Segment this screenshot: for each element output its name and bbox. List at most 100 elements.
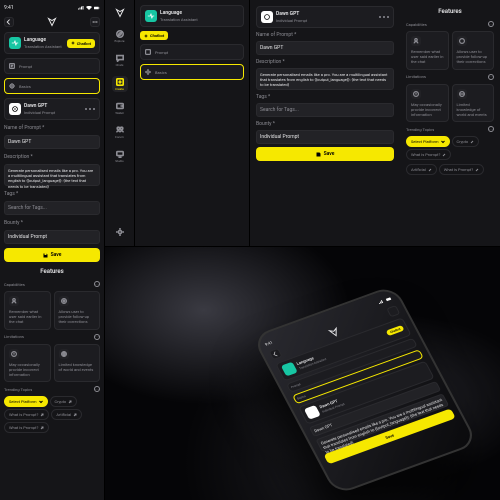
desc-label: Description * [4,154,100,160]
pill-select-platform[interactable]: Select Platform [4,396,48,407]
tags-input[interactable]: Search for Tags... [256,103,394,117]
assistant-title: Language [24,37,64,43]
back-button [269,348,283,360]
pill-what-is-prompt[interactable]: What is Prompt? [4,409,49,420]
menu-button [386,305,400,317]
warning-icon [9,349,19,359]
status-bar: 9:41 [4,4,100,12]
features-heading: Features [4,268,100,275]
pill-select-platform[interactable]: Select Platform [406,136,450,147]
info-icon[interactable]: ⋯ [488,74,494,80]
openai-icon [304,405,321,420]
app-logo [326,325,343,340]
hero-mockup: 9:41 LanguageTranslation AssistantChatbo… [105,247,500,500]
app-logo[interactable] [113,6,127,20]
memory-icon [9,296,19,306]
name-input[interactable]: Dawn GPT [256,41,394,55]
mobile-view: 9:41 Language Translation Assistant Chat… [0,0,105,500]
tab-prompt[interactable]: Prompt [140,44,244,60]
drag-handle-icon[interactable] [379,16,389,18]
save-button[interactable]: Save [4,248,100,262]
pill-crypto[interactable]: Crypto [50,396,78,407]
info-icon[interactable]: ⋯ [94,334,100,340]
battery-icon [385,296,393,302]
prompt-icon [8,62,16,70]
info-icon[interactable]: ⋯ [94,386,100,392]
prompt-subtitle: Individual Prompt [24,110,82,115]
assistant-card[interactable]: Language Translation Assistant [140,5,244,27]
limitation-card: May occasionally provide incorrect infor… [4,344,51,383]
prompt-icon [144,48,152,56]
tab-basics[interactable]: Basics [140,64,244,80]
pill-what-is-prompt-2[interactable]: What is Prompt? [4,422,49,433]
openai-icon [261,11,273,23]
assistant-avatar [145,10,157,22]
nav-chats[interactable]: Chats [112,52,128,68]
main-panel: Dawn GPT Individual Prompt Name of Promp… [250,0,400,246]
followup-icon [457,36,467,46]
nav-studio[interactable]: Studio [112,148,128,164]
limitations-label: Limitations [4,334,24,339]
nav-settings[interactable] [112,224,128,240]
desc-textarea[interactable]: Generate personalised emails like a pro.… [256,68,394,90]
battery-icon [94,6,100,10]
arrow-icon [475,168,479,172]
chatbot-badge: Chatbot [67,39,95,48]
bounty-select[interactable]: Individual Prompt [256,130,394,144]
arrow-icon [40,413,44,417]
app-logo [46,16,58,28]
capability-card: Allows user to provide follow-up their c… [452,31,495,70]
capability-card: Remember what user said earlier in the c… [4,291,51,330]
nav-wallet[interactable]: Wallet [112,100,128,116]
desc-textarea[interactable]: Generate personalised emails like a pro.… [4,164,100,186]
wifi-icon [86,6,92,10]
followup-icon [59,296,69,306]
nav-forum[interactable]: Forum [112,124,128,140]
limitation-card: May occasionally provide incorrect infor… [406,84,449,123]
openai-icon [9,103,21,115]
assistant-card[interactable]: Language Translation Assistant Chatbot [4,32,100,54]
chevron-down-icon [441,140,445,144]
capabilities-label: Capabilities [4,282,25,287]
arrow-icon [442,153,446,157]
chatbot-badge: Chatbot [140,31,168,40]
tags-input[interactable]: Search for Tags... [4,201,100,215]
prompt-title: Dawn GPT [24,103,82,109]
capability-card: Remember what user said earlier in the c… [406,31,449,70]
info-icon[interactable]: ⋯ [94,281,100,287]
warning-icon [411,89,421,99]
assistant-avatar [281,362,298,377]
trending-pills: Select Platform Crypto What is Prompt? A… [4,396,100,433]
name-label: Name of Prompt * [4,125,100,131]
tags-label: Tags * [4,191,100,197]
pill-how-to-invest[interactable]: Artificial [406,164,437,175]
spark-icon [71,41,75,45]
info-icon[interactable]: ⋯ [488,21,494,27]
mid-panel: Language Translation Assistant Chatbot P… [135,0,250,246]
pill-crypto[interactable]: Crypto [452,136,480,147]
features-panel: Features Capabilities⋯ Remember what use… [400,0,500,246]
menu-button[interactable] [90,17,100,27]
gear-icon [8,82,16,90]
pill-what-is-prompt[interactable]: What is Prompt? [406,149,451,160]
features-heading: Features [406,8,494,15]
nav-create[interactable]: Create [112,76,128,92]
back-button[interactable] [4,17,14,27]
prompt-header-card: Dawn GPT Individual Prompt [4,98,100,120]
pill-what-is-prompt-2[interactable]: What is Prompt? [439,164,484,175]
nav-explore[interactable]: Explore [112,28,128,44]
name-input[interactable]: Dawn GPT [4,135,100,149]
sidebar-nav: Explore Chats Create Wallet Forum Studio [105,0,135,246]
tab-prompt[interactable]: Prompt [4,58,100,74]
save-button[interactable]: Save [256,147,394,161]
limitation-card: Limited knowledge of world and events [452,84,495,123]
tab-basics[interactable]: Basics [4,78,100,94]
spark-icon [144,34,148,38]
drag-handle-icon[interactable] [85,108,95,110]
save-icon [316,152,321,157]
pill-artificial[interactable]: Artificial [51,409,82,420]
save-icon [43,253,48,258]
info-icon[interactable]: ⋯ [488,126,494,132]
bounty-select[interactable]: Individual Prompt [4,230,100,244]
globe-icon [59,349,69,359]
